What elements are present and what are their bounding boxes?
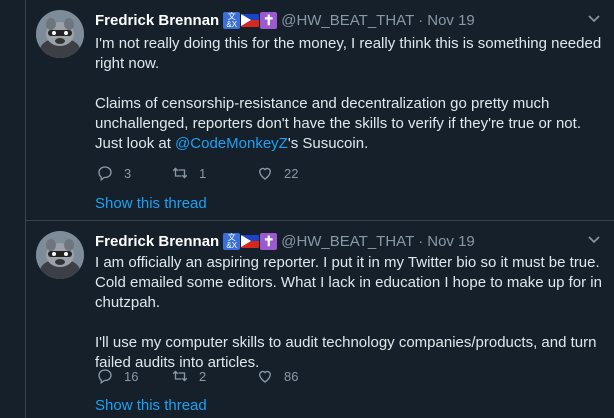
heart-icon bbox=[259, 167, 271, 180]
show-thread-link[interactable]: Show this thread bbox=[95, 397, 207, 414]
tweet-paragraph: Claims of censorship-resistance and dece… bbox=[95, 94, 604, 154]
author-name[interactable]: Fredrick Brennan bbox=[95, 233, 219, 250]
retweet-icon bbox=[172, 370, 188, 382]
tweet[interactable]: Fredrick Brennan 文 &X ✝ @HW_BEAT_THAT · N… bbox=[26, 0, 614, 220]
philippines-flag-icon bbox=[241, 13, 260, 27]
mention-link[interactable]: @CodeMonkeyZ bbox=[175, 135, 288, 152]
heart-icon bbox=[259, 370, 271, 383]
lang-badge-icon: 文 &X bbox=[223, 232, 241, 250]
separator-dot: · bbox=[418, 11, 424, 29]
tweet-date[interactable]: Nov 19 bbox=[427, 233, 475, 250]
like-count: 86 bbox=[284, 368, 299, 384]
author-name[interactable]: Fredrick Brennan bbox=[95, 12, 219, 29]
like-button[interactable]: 86 bbox=[256, 367, 298, 385]
tweet-text: I'm not really doing this for the money,… bbox=[95, 34, 604, 154]
avatar[interactable] bbox=[36, 10, 84, 58]
separator-dot: · bbox=[418, 232, 424, 250]
tweet-actions: 16 2 86 bbox=[96, 367, 298, 385]
reply-icon bbox=[98, 166, 112, 182]
tweet-date[interactable]: Nov 19 bbox=[427, 12, 475, 29]
reply-button[interactable]: 16 bbox=[96, 367, 171, 385]
reply-count: 16 bbox=[124, 368, 139, 384]
reply-button[interactable]: 3 bbox=[96, 164, 171, 182]
retweet-button[interactable]: 2 bbox=[171, 367, 256, 385]
reply-icon bbox=[98, 369, 112, 385]
reply-count: 3 bbox=[124, 165, 132, 181]
retweet-button[interactable]: 1 bbox=[171, 164, 256, 182]
philippines-flag-icon bbox=[241, 234, 260, 248]
avatar-icon bbox=[36, 10, 84, 58]
tweet-paragraph: I am officially an aspiring reporter. I … bbox=[95, 254, 602, 311]
tweet-header: Fredrick Brennan 文 &X ✝ @HW_BEAT_THAT · N… bbox=[95, 10, 574, 30]
avatar-icon bbox=[36, 231, 84, 279]
tweet-actions: 3 1 22 bbox=[96, 164, 298, 182]
like-count: 22 bbox=[284, 165, 299, 181]
chevron-down-icon[interactable] bbox=[586, 10, 602, 26]
tweet-paragraph: I'm not really doing this for the money,… bbox=[95, 35, 602, 72]
retweet-icon bbox=[172, 167, 188, 179]
tweet[interactable]: Fredrick Brennan 文 &X ✝ @HW_BEAT_THAT · N… bbox=[26, 221, 614, 418]
author-handle[interactable]: @HW_BEAT_THAT bbox=[281, 233, 414, 250]
avatar[interactable] bbox=[36, 231, 84, 279]
lang-badge-icon: 文 &X bbox=[223, 11, 241, 29]
name-badges: 文 &X ✝ bbox=[223, 232, 278, 250]
retweet-count: 2 bbox=[199, 368, 207, 384]
show-thread-link[interactable]: Show this thread bbox=[95, 195, 207, 212]
tweet-header: Fredrick Brennan 文 &X ✝ @HW_BEAT_THAT · N… bbox=[95, 231, 574, 251]
text-run: 's Susucoin. bbox=[287, 135, 369, 152]
tweet-text: I am officially an aspiring reporter. I … bbox=[95, 253, 604, 373]
author-handle[interactable]: @HW_BEAT_THAT bbox=[281, 12, 414, 29]
name-badges: 文 &X ✝ bbox=[223, 11, 278, 29]
latin-cross-icon: ✝ bbox=[260, 232, 278, 250]
latin-cross-icon: ✝ bbox=[260, 11, 278, 29]
chevron-down-icon[interactable] bbox=[586, 231, 602, 247]
retweet-count: 1 bbox=[199, 165, 207, 181]
like-button[interactable]: 22 bbox=[256, 164, 298, 182]
